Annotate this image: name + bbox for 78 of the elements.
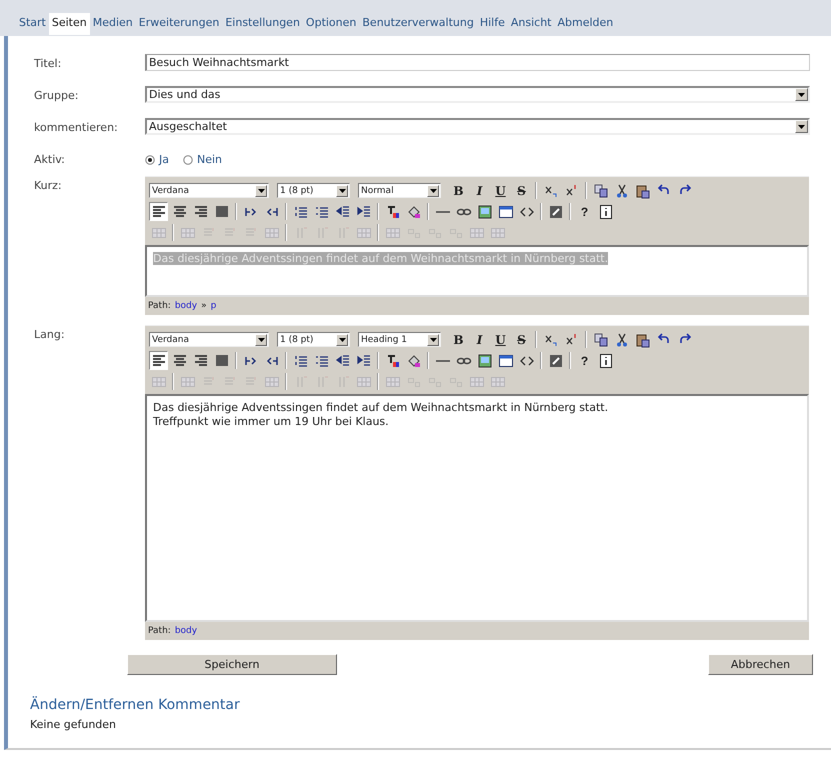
field-label: Aktiv: bbox=[34, 152, 66, 166]
italic-button[interactable]: I bbox=[470, 330, 489, 349]
nav-tab[interactable]: Optionen bbox=[302, 13, 360, 35]
field-label: Gruppe: bbox=[34, 88, 80, 102]
path-separator: » bbox=[201, 301, 207, 311]
strike-button[interactable]: S bbox=[512, 330, 531, 349]
underline-button[interactable]: U bbox=[491, 330, 510, 349]
nav-tab[interactable]: Start bbox=[16, 13, 49, 35]
outdent-icon[interactable] bbox=[334, 204, 350, 220]
indent-icon[interactable] bbox=[356, 204, 372, 220]
radio-option[interactable]: Ja bbox=[145, 153, 169, 166]
clipboard-icon[interactable] bbox=[634, 182, 650, 198]
help-button[interactable]: ? bbox=[575, 202, 594, 221]
nav-tab[interactable]: Benutzerverwaltung bbox=[359, 13, 477, 35]
bold-button[interactable]: B bbox=[449, 330, 468, 349]
radio-button[interactable] bbox=[183, 154, 193, 164]
outdent-icon[interactable] bbox=[334, 352, 350, 368]
radio-option[interactable]: Nein bbox=[183, 153, 222, 166]
path-link[interactable]: body bbox=[174, 301, 198, 311]
font-select[interactable]: Verdana bbox=[149, 183, 269, 198]
cancel-button[interactable]: Abbrechen bbox=[708, 654, 813, 675]
comments-select[interactable]: Ausgeschaltet bbox=[145, 118, 810, 135]
radio-button[interactable] bbox=[145, 154, 155, 164]
edit-box-icon[interactable] bbox=[548, 204, 564, 220]
table-icon[interactable] bbox=[498, 204, 514, 220]
nav-tab[interactable]: Seiten bbox=[48, 13, 90, 35]
bold-button[interactable]: B bbox=[449, 181, 468, 200]
align-center-icon[interactable] bbox=[172, 352, 188, 368]
field-label: Lang: bbox=[34, 327, 66, 341]
table-icon[interactable] bbox=[498, 352, 514, 368]
save-button[interactable]: Speichern bbox=[127, 654, 337, 675]
paint-bucket-icon[interactable] bbox=[406, 204, 422, 220]
nav-tab[interactable]: Abmelden bbox=[554, 13, 616, 35]
align-left-icon[interactable] bbox=[150, 204, 166, 220]
field-label: Titel: bbox=[34, 56, 62, 70]
group-select[interactable]: Dies und das bbox=[145, 86, 810, 103]
edit-box-icon[interactable] bbox=[548, 352, 564, 368]
info-icon[interactable] bbox=[598, 204, 614, 220]
size-select[interactable]: 1 (8 pt) bbox=[277, 332, 350, 347]
justify-icon[interactable] bbox=[214, 204, 230, 220]
copy-icon[interactable] bbox=[592, 332, 608, 348]
clipboard-icon[interactable] bbox=[634, 332, 650, 348]
underline-button[interactable]: U bbox=[491, 181, 510, 200]
align-left-icon[interactable] bbox=[150, 352, 166, 368]
section-heading: Ändern/Entfernen Kommentar bbox=[30, 697, 241, 713]
strike-button[interactable]: S bbox=[512, 181, 531, 200]
nav-tab[interactable]: Einstellungen bbox=[222, 13, 303, 35]
nav-tab[interactable]: Medien bbox=[90, 13, 136, 35]
format-select[interactable]: Normal bbox=[358, 183, 441, 198]
empty-message: Keine gefunden bbox=[30, 718, 118, 731]
nav-tab[interactable]: Ansicht bbox=[508, 13, 554, 35]
field-label: Kurz: bbox=[34, 178, 63, 192]
editor-text-line: Das diesjährige Adventssingen findet auf dem Weihnachtsmarkt in Nürnberg statt. bbox=[153, 401, 610, 415]
align-right-icon[interactable] bbox=[192, 352, 208, 368]
path-label: Path: bbox=[148, 301, 171, 311]
editor-text-line: Treffpunkt wie immer um 19 Uhr bei Klaus. bbox=[153, 415, 390, 429]
size-select[interactable]: 1 (8 pt) bbox=[277, 183, 350, 198]
path-link[interactable]: body bbox=[174, 626, 198, 636]
path-link[interactable]: p bbox=[210, 301, 216, 311]
paint-bucket-icon[interactable] bbox=[406, 352, 422, 368]
path-label: Path: bbox=[148, 626, 171, 636]
italic-button[interactable]: I bbox=[470, 181, 489, 200]
field-label: kommentieren: bbox=[34, 120, 119, 134]
align-center-icon[interactable] bbox=[172, 204, 188, 220]
editor-text-area[interactable]: Das diesjährige Adventssingen findet auf dem Weihnachtsmarkt in Nürnberg statt. Treffpunkt wie immer um 19 Uhr bei Klaus. bbox=[145, 394, 809, 622]
nav-tab[interactable]: Hilfe bbox=[476, 13, 508, 35]
indent-icon[interactable] bbox=[356, 352, 372, 368]
image-icon[interactable] bbox=[476, 352, 492, 368]
nav-tab[interactable]: Erweiterungen bbox=[136, 13, 222, 35]
font-select[interactable]: Verdana bbox=[149, 332, 269, 347]
format-select[interactable]: Heading 1 bbox=[358, 332, 441, 347]
justify-icon[interactable] bbox=[214, 352, 230, 368]
help-button[interactable]: ? bbox=[575, 351, 594, 370]
image-icon[interactable] bbox=[476, 204, 492, 220]
align-right-icon[interactable] bbox=[192, 204, 208, 220]
copy-icon[interactable] bbox=[592, 182, 608, 198]
info-icon[interactable] bbox=[598, 352, 614, 368]
title-input[interactable]: Besuch Weihnachtsmarkt bbox=[145, 54, 810, 71]
